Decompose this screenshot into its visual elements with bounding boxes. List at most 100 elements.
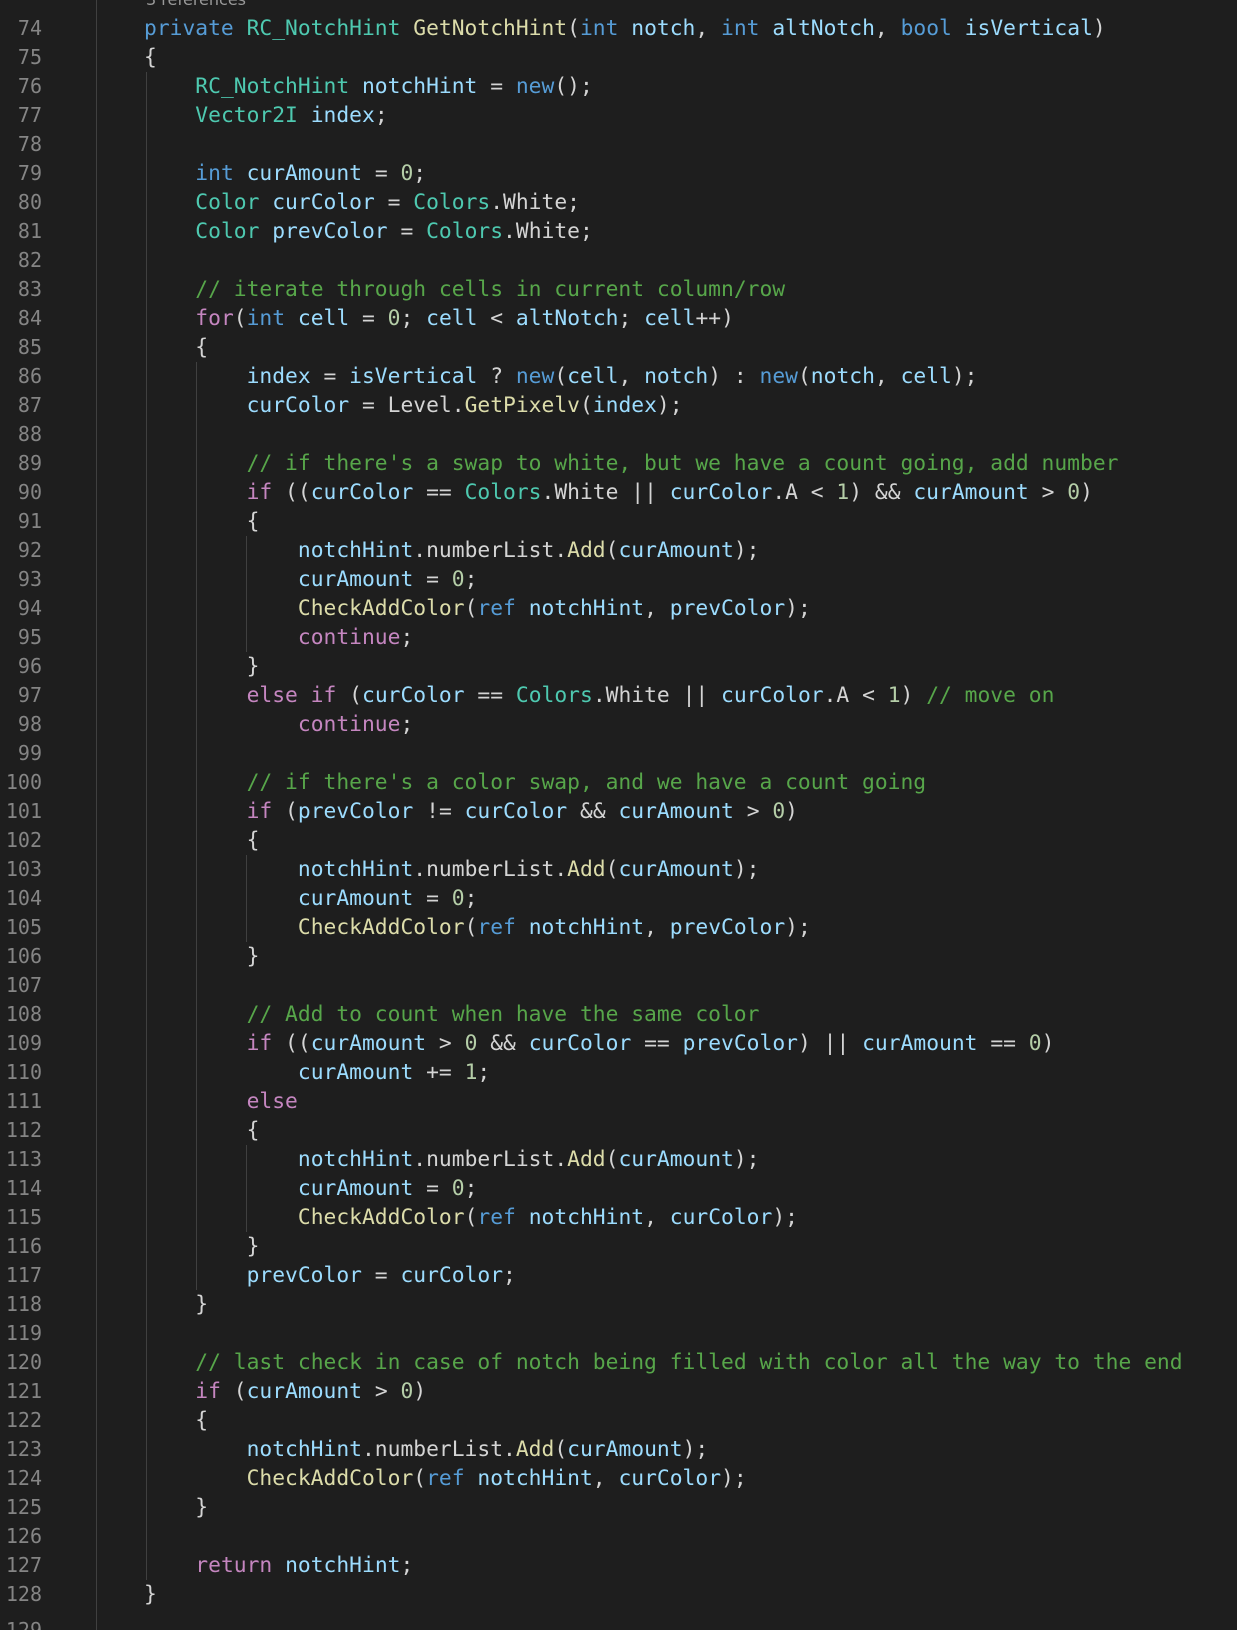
code-line[interactable]: private RC_NotchHint GetNotchHint(int no…: [144, 14, 1183, 43]
code-line[interactable]: }: [144, 1493, 1183, 1522]
code-line[interactable]: {: [144, 507, 1183, 536]
code-token: ==: [413, 480, 465, 505]
code-token: (: [233, 306, 247, 331]
code-line[interactable]: curColor = Level.GetPixelv(index);: [144, 391, 1183, 420]
line-number: 86: [17, 364, 42, 388]
code-token: cell: [644, 306, 696, 331]
code-line[interactable]: Color curColor = Colors.White;: [144, 188, 1183, 217]
indent-guide: [146, 72, 147, 1580]
code-line[interactable]: {: [144, 1116, 1183, 1145]
code-line[interactable]: }: [144, 1232, 1183, 1261]
code-token: cell: [426, 306, 478, 331]
codelens-references[interactable]: 3 references: [146, 0, 246, 11]
code-line[interactable]: RC_NotchHint notchHint = new();: [144, 72, 1183, 101]
code-line[interactable]: curAmount += 1;: [144, 1058, 1183, 1087]
code-line[interactable]: }: [144, 942, 1183, 971]
code-line[interactable]: [144, 1319, 1183, 1348]
code-area[interactable]: private RC_NotchHint GetNotchHint(int no…: [144, 14, 1183, 1609]
line-number: 95: [17, 625, 42, 649]
line-number: 111: [5, 1089, 42, 1113]
code-editor[interactable]: 74 75 76 77 78 79 80 81 82 83 84 85 86 87 88 89 90 91 92 93…: [0, 0, 1237, 1630]
line-number: 115: [5, 1205, 42, 1229]
code-line[interactable]: // iterate through cells in current colu…: [144, 275, 1183, 304]
code-line[interactable]: curAmount = 0;: [144, 1174, 1183, 1203]
code-token: 1: [464, 1060, 478, 1085]
line-number: 82: [17, 248, 42, 272]
code-token: GetNotchHint: [413, 16, 568, 41]
code-line[interactable]: }: [144, 1290, 1183, 1319]
line-number: 97: [17, 683, 42, 707]
line-number: 81: [17, 219, 42, 243]
code-token: altNotch: [515, 306, 619, 331]
code-line[interactable]: // if there's a swap to white, but we ha…: [144, 449, 1183, 478]
code-line[interactable]: for(int cell = 0; cell < altNotch; cell+…: [144, 304, 1183, 333]
code-line[interactable]: [144, 971, 1183, 1000]
code-token: (: [567, 16, 580, 41]
code-line[interactable]: if (prevColor != curColor && curAmount >…: [144, 797, 1183, 826]
code-line[interactable]: {: [144, 826, 1183, 855]
code-line[interactable]: curAmount = 0;: [144, 565, 1183, 594]
code-token: );: [772, 1205, 798, 1230]
code-token: .numberList.: [413, 857, 568, 882]
code-line[interactable]: Color prevColor = Colors.White;: [144, 217, 1183, 246]
code-token: 0: [1067, 480, 1081, 505]
code-line[interactable]: CheckAddColor(ref notchHint, prevColor);: [144, 594, 1183, 623]
code-line[interactable]: continue;: [144, 623, 1183, 652]
code-line[interactable]: if ((curAmount > 0 && curColor == prevCo…: [144, 1029, 1183, 1058]
code-line[interactable]: continue;: [144, 710, 1183, 739]
line-number: 98: [17, 712, 42, 736]
code-line[interactable]: CheckAddColor(ref notchHint, curColor);: [144, 1203, 1183, 1232]
code-token: // if there's a swap to white, but we ha…: [246, 451, 1119, 476]
code-token: {: [144, 1118, 260, 1143]
code-line[interactable]: CheckAddColor(ref notchHint, curColor);: [144, 1464, 1183, 1493]
code-line[interactable]: curAmount = 0;: [144, 884, 1183, 913]
code-line[interactable]: CheckAddColor(ref notchHint, prevColor);: [144, 913, 1183, 942]
code-line[interactable]: // if there's a color swap, and we have …: [144, 768, 1183, 797]
code-line[interactable]: int curAmount = 0;: [144, 159, 1183, 188]
code-line[interactable]: [144, 130, 1183, 159]
code-line[interactable]: }: [144, 652, 1183, 681]
code-line[interactable]: {: [144, 333, 1183, 362]
code-line[interactable]: Vector2I index;: [144, 101, 1183, 130]
code-line[interactable]: notchHint.numberList.Add(curAmount);: [144, 1145, 1183, 1174]
code-token: CheckAddColor: [297, 915, 465, 940]
code-token: prevColor: [682, 1031, 798, 1056]
code-token: (: [554, 1437, 568, 1462]
code-token: );: [721, 1466, 747, 1491]
code-line[interactable]: // last check in case of notch being fil…: [144, 1348, 1182, 1377]
code-line[interactable]: [144, 739, 1183, 768]
code-token: }: [144, 1234, 260, 1259]
code-line[interactable]: {: [144, 43, 1183, 72]
code-line[interactable]: {: [144, 1406, 1183, 1435]
code-token: =: [374, 190, 414, 215]
line-number: 90: [17, 480, 42, 504]
code-line[interactable]: else: [144, 1087, 1183, 1116]
code-line[interactable]: notchHint.numberList.Add(curAmount);: [144, 1435, 1183, 1464]
code-line[interactable]: notchHint.numberList.Add(curAmount);: [144, 536, 1183, 565]
code-line[interactable]: }: [144, 1580, 1183, 1609]
code-line[interactable]: prevColor = curColor;: [144, 1261, 1183, 1290]
code-line[interactable]: return notchHint;: [144, 1551, 1183, 1580]
code-line[interactable]: else if (curColor == Colors.White || cur…: [144, 681, 1183, 710]
code-line[interactable]: notchHint.numberList.Add(curAmount);: [144, 855, 1183, 884]
code-line[interactable]: [144, 246, 1183, 275]
code-line[interactable]: [144, 420, 1183, 449]
code-line[interactable]: if ((curColor == Colors.White || curColo…: [144, 478, 1183, 507]
code-token: ): [1092, 16, 1106, 41]
code-token: =: [413, 1176, 452, 1201]
code-token: ,: [644, 596, 670, 621]
code-line[interactable]: if (curAmount > 0): [144, 1377, 1183, 1406]
code-line[interactable]: index = isVertical ? new(cell, notch) : …: [144, 362, 1183, 391]
code-token: curAmount: [862, 1031, 978, 1056]
code-token: if: [246, 480, 273, 505]
code-token: for: [195, 306, 234, 331]
line-number: 121: [5, 1379, 42, 1403]
code-token: ): [413, 1379, 427, 1404]
code-line[interactable]: [144, 1522, 1183, 1551]
code-token: 0: [451, 567, 465, 592]
code-line[interactable]: // Add to count when have the same color: [144, 1000, 1183, 1029]
code-token: ref: [477, 596, 529, 621]
